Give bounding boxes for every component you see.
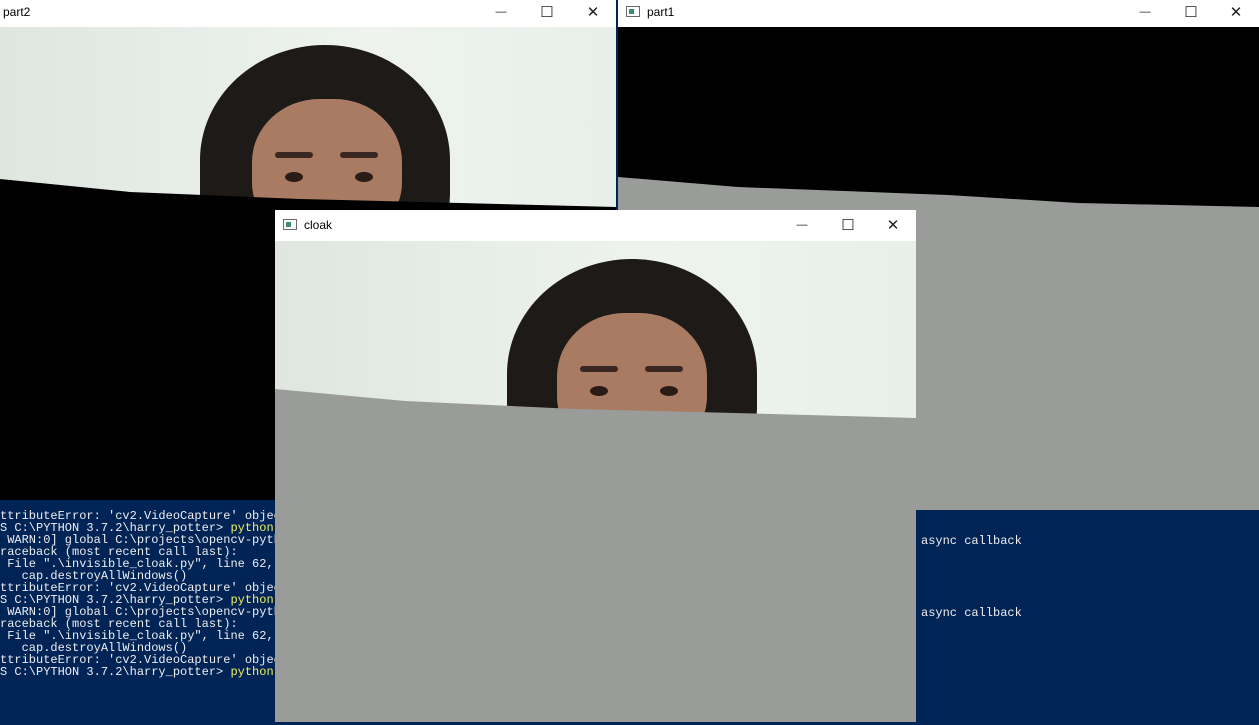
minimize-button[interactable]: — [1122,0,1168,24]
window-cloak[interactable]: cloak — ☐ ✕ [275,210,916,722]
close-button[interactable]: ✕ [870,213,916,237]
maximize-button[interactable]: ☐ [825,213,871,237]
app-icon [626,6,640,17]
window-title: part2 [3,5,31,19]
video-frame [275,241,916,722]
terminal-line-text: S C:\PYTHON 3.7.2\harry_potter> [0,665,231,679]
terminal-line: S C:\PYTHON 3.7.2\harry_potter> python . [0,666,288,678]
minimize-button[interactable]: — [779,213,825,237]
close-button[interactable]: ✕ [1213,0,1259,24]
window-titlebar[interactable]: cloak — ☐ ✕ [275,210,916,240]
window-title: cloak [304,218,333,232]
app-icon [283,219,297,230]
maximize-button[interactable]: ☐ [524,0,570,24]
invisibility-cloak-region [275,389,916,722]
window-titlebar[interactable]: part1 — ☐ ✕ [618,0,1259,24]
window-titlebar[interactable]: part2 — ☐ ✕ [0,0,616,24]
close-button[interactable]: ✕ [570,0,616,24]
window-title: part1 [647,5,675,19]
minimize-button[interactable]: — [478,0,524,24]
maximize-button[interactable]: ☐ [1168,0,1214,24]
terminal-right-line: async callback [921,534,1022,548]
terminal-right-line: async callback [921,606,1022,620]
